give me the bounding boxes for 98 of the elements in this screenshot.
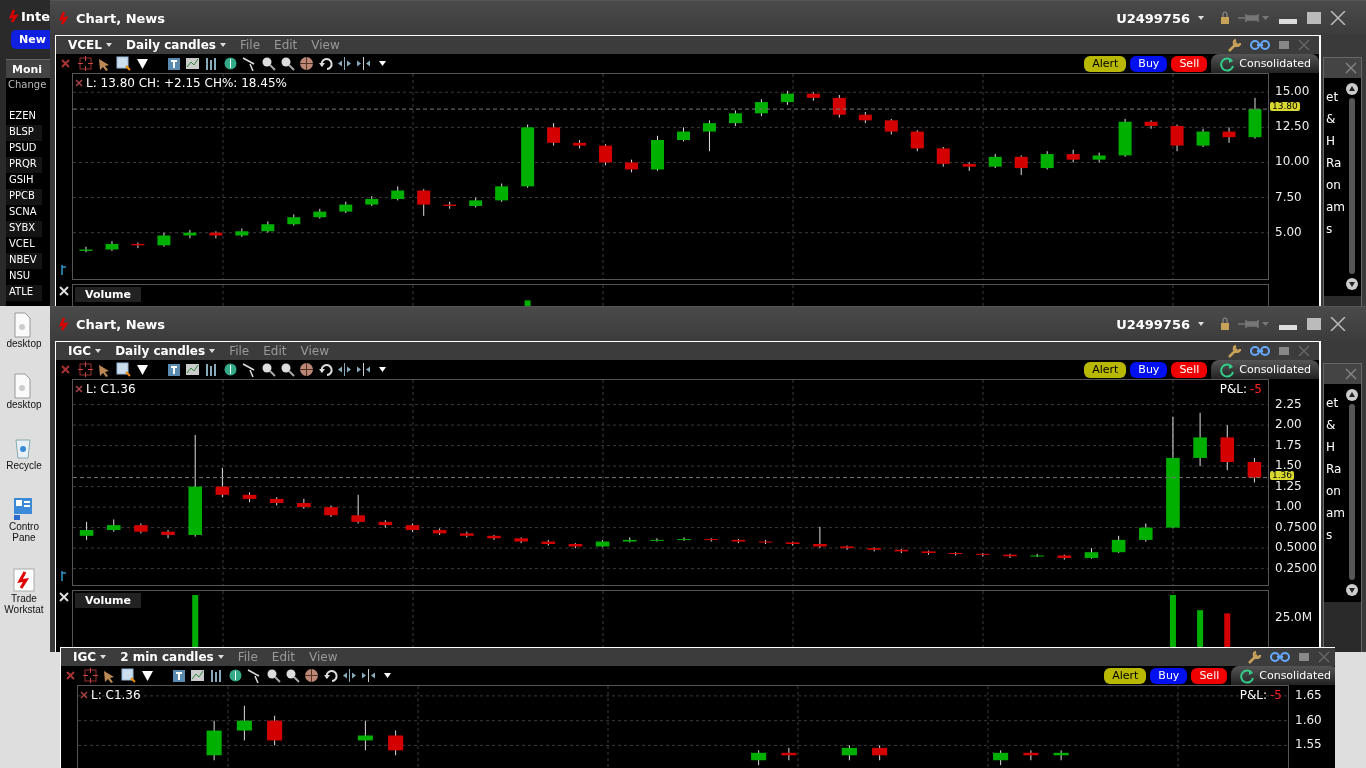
news-headline[interactable]: am — [1326, 200, 1346, 222]
order-button[interactable]: Alert — [1084, 55, 1127, 72]
news-headline[interactable]: Ra — [1326, 156, 1346, 178]
icon-label[interactable]: Trade Workstat — [1, 593, 47, 615]
axis-label: 0.2500 — [1275, 562, 1317, 573]
order-button[interactable]: Sell — [1171, 55, 1208, 72]
feed-selector[interactable]: Consolidated — [1211, 54, 1319, 73]
axis-label: 15.00 — [1275, 86, 1310, 97]
axis-label: 5.00 — [1275, 226, 1302, 237]
icon-label[interactable]: Recycle — [1, 460, 47, 471]
menu-item[interactable]: Edit — [267, 650, 300, 664]
axis-label: 1.50 — [1275, 460, 1302, 471]
price-legend: L: C1.36 — [91, 688, 141, 702]
axis-label: 1.55 — [1295, 739, 1322, 750]
news-headline[interactable]: s — [1326, 222, 1346, 244]
pnl-value: -5 — [1270, 688, 1282, 702]
column-header: Moni — [6, 60, 50, 78]
menu-item[interactable]: View — [296, 344, 333, 358]
axis-label: 1.25 — [1275, 480, 1302, 491]
ticker-symbol[interactable]: NSU — [6, 269, 42, 285]
menu-item[interactable]: File — [225, 344, 254, 358]
pane-title: Volume — [75, 593, 141, 608]
ticker-symbol[interactable]: PPCB — [6, 189, 42, 205]
icon-label[interactable]: Contro Pane — [1, 521, 47, 543]
window-title: Inte — [21, 8, 50, 24]
ticker-symbol[interactable]: EZEN — [6, 109, 42, 125]
news-headline[interactable]: & — [1326, 112, 1346, 134]
interval-menu[interactable]: 2 min candles — [116, 650, 228, 664]
axis-label: 1.00 — [1275, 501, 1302, 512]
account-selector[interactable]: U2499756 — [1116, 10, 1204, 26]
feed-label: Consolidated — [1239, 57, 1311, 70]
menu-item[interactable]: Edit — [270, 38, 302, 52]
axis-label: 25.0M — [1275, 610, 1313, 624]
symbol-menu[interactable]: VCEL — [64, 38, 116, 52]
ticker-symbol[interactable]: SCNA — [6, 205, 42, 221]
price-legend: L: 13.80 CH: +2.15 CH%: 18.45% — [86, 76, 287, 90]
axis-label: 0.5000 — [1275, 542, 1317, 553]
icon-label[interactable]: desktop — [1, 399, 47, 410]
axis-label: 10.00 — [1275, 156, 1310, 167]
pane-title: Volume — [75, 287, 141, 302]
news-headline[interactable]: am — [1326, 506, 1346, 528]
pnl-value: -5 — [1250, 382, 1262, 396]
order-button[interactable]: Buy — [1130, 55, 1168, 72]
feed-label: Consolidated — [1259, 669, 1331, 682]
news-headline[interactable]: et — [1326, 90, 1346, 112]
new-button[interactable]: New — [11, 30, 50, 49]
axis-label: 0.7500 — [1275, 521, 1317, 532]
ticker-symbol[interactable]: NBEV — [6, 253, 42, 269]
price-legend: L: C1.36 — [86, 382, 136, 396]
axis-label: 2.00 — [1275, 419, 1302, 430]
axis-label: 1.75 — [1275, 439, 1302, 450]
news-headline[interactable]: H — [1326, 440, 1346, 462]
menu-item[interactable]: View — [305, 650, 342, 664]
axis-label: 2.25 — [1275, 398, 1302, 409]
order-button[interactable]: Buy — [1150, 667, 1188, 684]
feed-label: Consolidated — [1239, 363, 1311, 376]
order-button[interactable]: Buy — [1130, 361, 1168, 378]
account-selector[interactable]: U2499756 — [1116, 316, 1204, 332]
menu-item[interactable]: File — [235, 38, 265, 52]
menu-item[interactable]: File — [233, 650, 262, 664]
price-tag: 1.36 — [1270, 470, 1295, 480]
news-headline[interactable]: Ra — [1326, 462, 1346, 484]
window-title: Chart, News — [76, 316, 166, 332]
ticker-symbol[interactable]: VCEL — [6, 237, 42, 253]
order-button[interactable]: Sell — [1191, 667, 1228, 684]
news-headline[interactable]: & — [1326, 418, 1346, 440]
ticker-symbol[interactable]: SYBX — [6, 221, 42, 237]
axis-label: 12.50 — [1275, 121, 1310, 132]
news-headline[interactable]: H — [1326, 134, 1346, 156]
order-button[interactable]: Alert — [1104, 667, 1147, 684]
symbol-menu[interactable]: IGC — [64, 344, 106, 358]
pnl-label: P&L: — [1239, 688, 1268, 702]
axis-label: 1.65 — [1295, 689, 1322, 700]
ticker-symbol[interactable]: PRQR — [6, 157, 42, 173]
ticker-symbol[interactable]: GSIH — [6, 173, 42, 189]
ticker-symbol[interactable]: BLSP — [6, 125, 42, 141]
news-headline[interactable]: s — [1326, 528, 1346, 550]
order-button[interactable]: Sell — [1171, 361, 1208, 378]
interval-menu[interactable]: Daily candles — [121, 38, 230, 52]
window-title: Chart, News — [76, 10, 166, 26]
news-headline[interactable]: on — [1326, 484, 1346, 506]
price-tag: 13.80 — [1270, 102, 1300, 112]
feed-selector[interactable]: Consolidated — [1211, 360, 1319, 379]
symbol-menu[interactable]: IGC — [69, 650, 111, 664]
axis-label: 1.60 — [1295, 714, 1322, 725]
column-header: Change — [7, 78, 48, 92]
menu-item[interactable]: View — [307, 38, 344, 52]
feed-selector[interactable]: Consolidated — [1231, 666, 1335, 685]
icon-label[interactable]: desktop — [1, 338, 47, 349]
interval-menu[interactable]: Daily candles — [111, 344, 220, 358]
menu-item[interactable]: Edit — [259, 344, 291, 358]
pnl-label: P&L: — [1219, 382, 1248, 396]
axis-label: 7.50 — [1275, 191, 1302, 202]
ticker-symbol[interactable]: ATLE — [6, 285, 42, 301]
news-headline[interactable]: et — [1326, 396, 1346, 418]
order-button[interactable]: Alert — [1084, 361, 1127, 378]
news-headline[interactable]: on — [1326, 178, 1346, 200]
ticker-symbol[interactable]: PSUD — [6, 141, 42, 157]
